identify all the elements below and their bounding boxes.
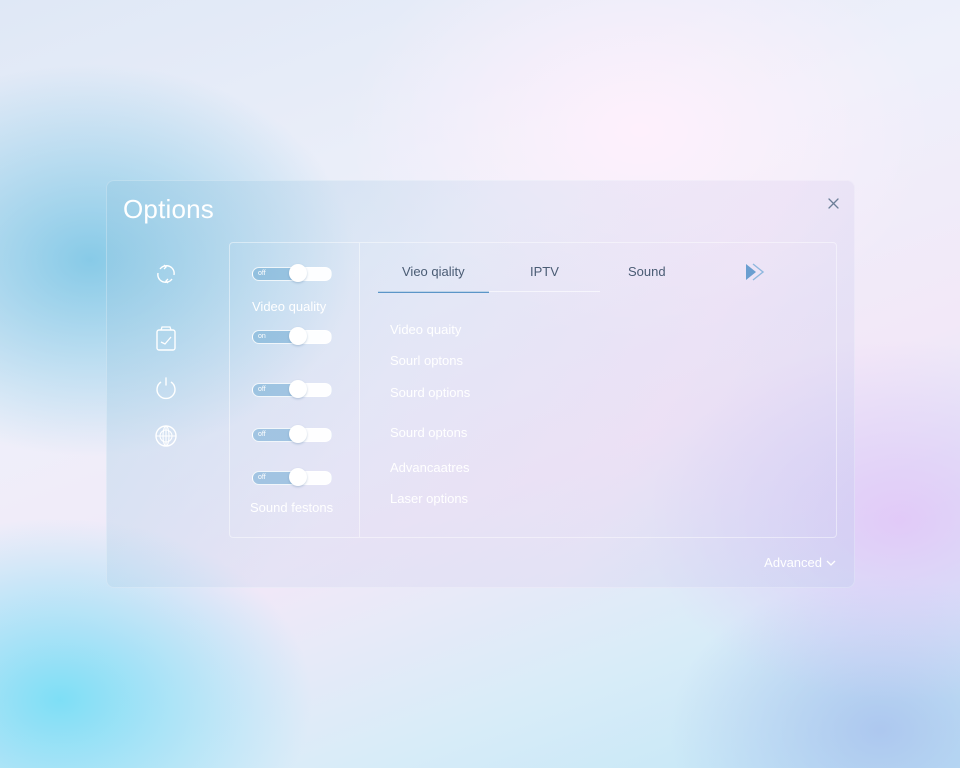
column-divider	[359, 243, 360, 537]
tab-underline	[378, 291, 600, 292]
play-forward-icon	[746, 263, 765, 281]
document-icon	[156, 326, 176, 351]
toggle-knob[interactable]	[289, 380, 307, 398]
tab-video-quality[interactable]: Vieo qiality	[378, 261, 489, 293]
sync-icon	[157, 264, 175, 284]
toggle-5[interactable]: off	[252, 468, 332, 486]
toggle-1[interactable]: off	[252, 264, 332, 282]
tab-iptv[interactable]: IPTV	[530, 261, 559, 291]
toggle-3[interactable]: off	[252, 380, 332, 398]
rail-globe-button[interactable]	[152, 422, 180, 450]
toggle-state-label: on	[258, 333, 266, 340]
chevron-down-icon	[826, 560, 836, 566]
option-item[interactable]: Sourl optons	[390, 353, 463, 368]
tab-next-button[interactable]	[744, 261, 766, 283]
advanced-label: Advanced	[764, 555, 822, 570]
toggle-state-label: off	[258, 431, 266, 438]
option-item[interactable]: Advancaatres	[390, 460, 470, 475]
toggle-2[interactable]: on	[252, 327, 332, 345]
toggle-knob[interactable]	[289, 425, 307, 443]
option-item[interactable]: Video quaity	[390, 322, 461, 337]
toggle-knob[interactable]	[289, 264, 307, 282]
close-button[interactable]	[826, 196, 842, 212]
options-dialog: Options off Video quality on off off off…	[106, 180, 855, 588]
tab-bar: Vieo qiality IPTV Sound	[378, 261, 798, 293]
sound-festons-label: Sound festons	[250, 500, 334, 515]
tab-sound[interactable]: Sound	[628, 261, 666, 291]
toggle-state-label: off	[258, 386, 266, 393]
option-item[interactable]: Sourd options	[390, 385, 470, 400]
option-item[interactable]: Laser options	[390, 491, 468, 506]
option-item[interactable]: Sourd optons	[390, 425, 467, 440]
toggle-knob[interactable]	[289, 327, 307, 345]
video-quality-label: Video quality	[252, 299, 327, 314]
power-icon	[156, 377, 176, 400]
rail-document-button[interactable]	[152, 325, 180, 353]
close-icon	[828, 198, 839, 209]
globe-icon	[155, 425, 177, 447]
toggle-state-label: off	[258, 270, 266, 277]
dialog-title: Options	[123, 194, 215, 224]
rail-sync-button[interactable]	[152, 260, 180, 288]
rail-power-button[interactable]	[152, 374, 180, 402]
advanced-dropdown[interactable]: Advanced	[764, 555, 836, 570]
toggle-knob[interactable]	[289, 468, 307, 486]
settings-content: off Video quality on off off off Sound f…	[229, 242, 837, 538]
toggle-state-label: off	[258, 474, 266, 481]
toggle-4[interactable]: off	[252, 425, 332, 443]
